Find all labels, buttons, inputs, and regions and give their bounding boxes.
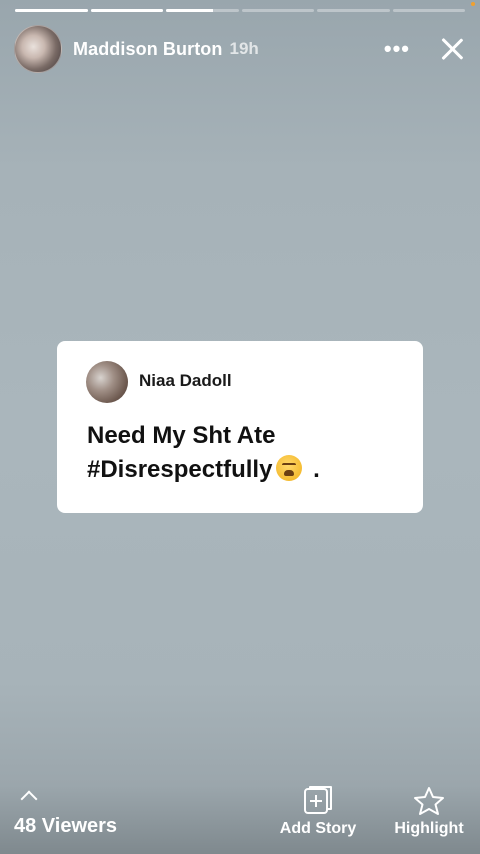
highlight-label: Highlight <box>394 820 464 837</box>
timestamp: 19h <box>229 39 259 58</box>
avatar[interactable] <box>14 25 62 73</box>
username[interactable]: Maddison Burton <box>73 39 222 60</box>
shared-post-card[interactable]: Niaa Dadoll Need My Sht Ate #Disrespectf… <box>57 341 423 513</box>
highlight-button[interactable]: Highlight <box>390 784 468 838</box>
add-story-icon <box>304 786 332 814</box>
more-options-icon[interactable]: ••• <box>384 38 410 60</box>
post-text-line-2-row: #Disrespectfully . <box>87 453 403 487</box>
add-story-label: Add Story <box>279 820 357 837</box>
post-text-suffix: . <box>313 456 320 483</box>
post-author-avatar <box>86 361 128 403</box>
viewers-section[interactable]: 48 Viewers <box>14 790 117 838</box>
progress-segment <box>166 9 239 12</box>
post-author-name: Niaa Dadoll <box>139 371 232 390</box>
progress-segment <box>90 9 163 12</box>
close-icon[interactable] <box>440 37 464 61</box>
story-header: Maddison Burton 19h ••• <box>14 25 464 73</box>
chevron-up-icon[interactable] <box>20 790 38 808</box>
progress-segment <box>392 9 465 12</box>
status-dot <box>471 2 475 6</box>
star-icon <box>414 787 444 815</box>
add-story-button[interactable]: Add Story <box>276 784 360 838</box>
post-text-line-1: Need My Sht Ate <box>87 422 276 449</box>
tired-face-emoji-icon <box>276 455 303 481</box>
progress-segment <box>317 9 390 12</box>
post-text: Need My Sht Ate #Disrespectfully . <box>87 419 403 487</box>
story-progress-bar <box>15 9 465 12</box>
progress-segment <box>15 9 88 12</box>
progress-segment <box>241 9 314 12</box>
post-text-line-2: #Disrespectfully <box>87 456 273 483</box>
viewers-count[interactable]: 48 Viewers <box>14 815 117 838</box>
